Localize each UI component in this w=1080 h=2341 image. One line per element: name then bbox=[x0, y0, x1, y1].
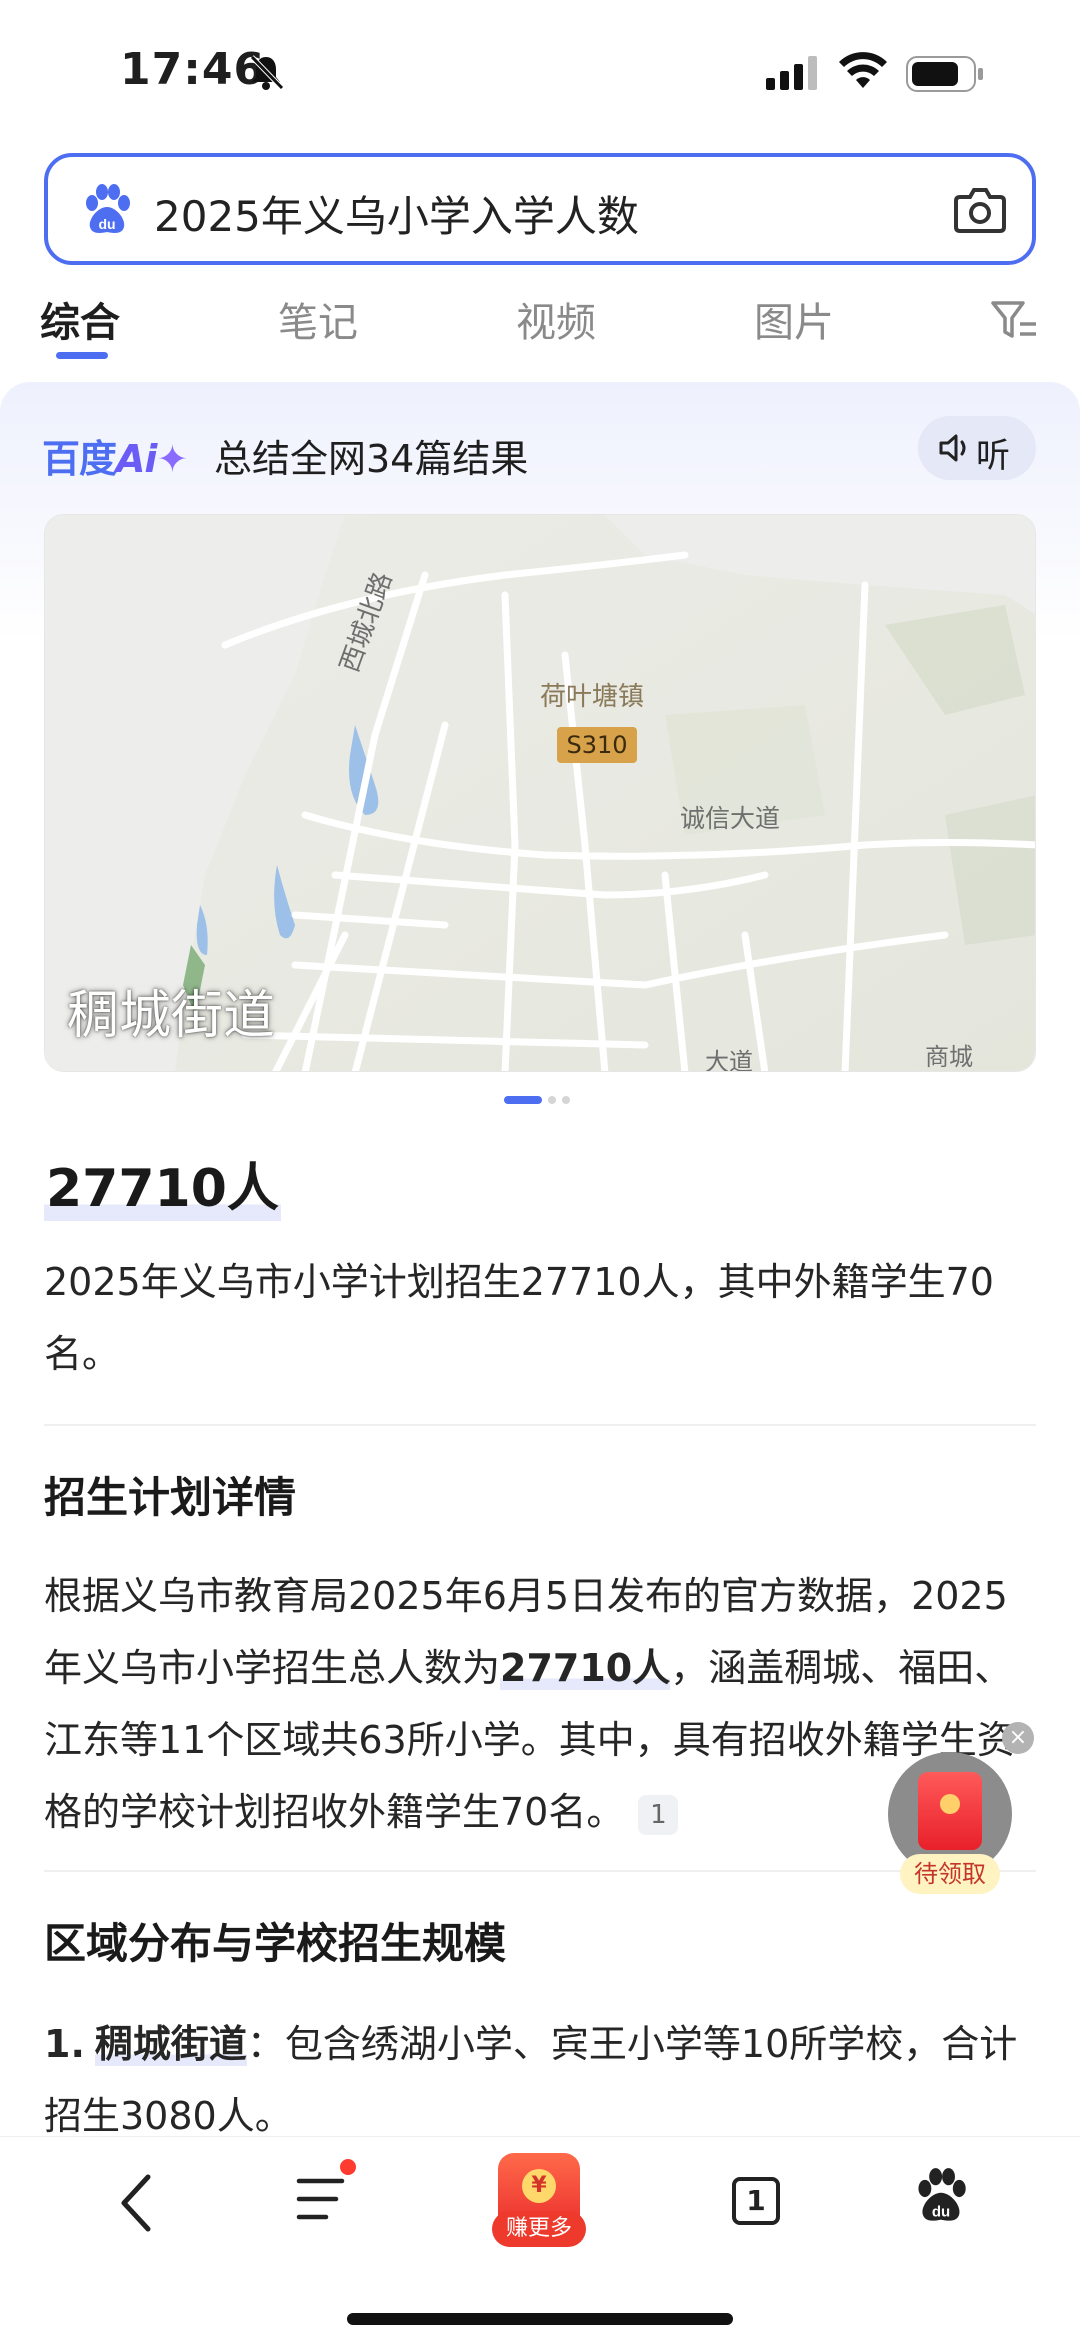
listen-label: 听 bbox=[976, 436, 1010, 476]
tab-notes[interactable]: 笔记 bbox=[278, 290, 358, 348]
home-indicator[interactable] bbox=[347, 2313, 733, 2325]
bell-muted-icon bbox=[250, 55, 284, 90]
baidu-home-icon[interactable]: du bbox=[912, 2167, 970, 2225]
carousel-indicator bbox=[504, 1096, 576, 1115]
svg-text:du: du bbox=[932, 2203, 950, 2220]
red-packet-icon bbox=[918, 1772, 982, 1850]
section-title-regions: 区域分布与学校招生规模 bbox=[44, 1919, 507, 1968]
carousel-dot bbox=[548, 1096, 556, 1104]
svg-text:大道: 大道 bbox=[705, 1048, 753, 1072]
baidu-paw-icon: du bbox=[86, 184, 130, 233]
tabs-count-button[interactable]: 1 bbox=[732, 2177, 780, 2225]
sparkle-icon: ✦ bbox=[156, 437, 188, 481]
coin-icon: ¥ bbox=[522, 2169, 556, 2203]
search-bar[interactable]: du 2025年义乌小学入学人数 bbox=[44, 153, 1036, 265]
svg-text:诚信大道: 诚信大道 bbox=[680, 804, 780, 833]
answer-summary: 2025年义乌市小学计划招生27710人，其中外籍学生70名。 bbox=[44, 1260, 994, 1376]
close-float-button[interactable]: × bbox=[1002, 1722, 1034, 1754]
earn-more-label[interactable]: 赚更多 bbox=[492, 2211, 586, 2247]
plan-total-highlight: 27710人 bbox=[500, 1646, 671, 1690]
region-item-1: 1. 稠城街道：包含绣湖小学、宾王小学等10所学校，合计招生3080人。 bbox=[44, 2008, 1038, 2152]
svg-text:商城: 商城 bbox=[925, 1043, 973, 1071]
red-packet-label: 待领取 bbox=[900, 1854, 1000, 1894]
carousel-dot-active bbox=[504, 1096, 542, 1104]
map-region-label: 稠城街道 bbox=[67, 986, 276, 1046]
section-title-plan: 招生计划详情 bbox=[44, 1473, 297, 1522]
baidu-ai-logo: 百度Ai✦ bbox=[42, 428, 188, 483]
svg-text:du: du bbox=[98, 216, 115, 232]
answer-headline: 27710人 bbox=[44, 1146, 281, 1221]
search-query[interactable]: 2025年义乌小学入学人数 bbox=[154, 183, 639, 244]
back-icon[interactable] bbox=[116, 2173, 156, 2233]
tab-active-indicator bbox=[56, 352, 108, 359]
battery-icon bbox=[906, 56, 983, 92]
menu-icon[interactable] bbox=[296, 2175, 348, 2223]
camera-icon[interactable] bbox=[952, 183, 1008, 237]
svg-text:S310: S310 bbox=[566, 731, 627, 759]
ai-logo-ai: Ai bbox=[116, 437, 157, 481]
ai-summary-count: 总结全网34篇结果 bbox=[214, 437, 529, 481]
citation-badge[interactable]: 1 bbox=[638, 1794, 679, 1835]
tab-images[interactable]: 图片 bbox=[754, 290, 834, 348]
ai-logo-text: 百度 bbox=[42, 437, 117, 481]
plan-details-text: 根据义乌市教育局2025年6月5日发布的官方数据，2025年义乌市小学招生总人数… bbox=[44, 1560, 1024, 1848]
notification-badge bbox=[340, 2159, 356, 2175]
divider bbox=[44, 1424, 1036, 1426]
region-item-name[interactable]: 稠城街道 bbox=[94, 2022, 247, 2066]
region-item-number: 1. bbox=[44, 2022, 85, 2066]
filter-icon[interactable] bbox=[990, 298, 1038, 342]
divider bbox=[44, 1870, 1036, 1872]
map-image[interactable]: 西城北路 荷叶塘镇 诚信大道 商城 大道 S310 稠城街道 bbox=[44, 514, 1036, 1072]
svg-text:荷叶塘镇: 荷叶塘镇 bbox=[540, 682, 644, 712]
speaker-icon bbox=[939, 434, 966, 462]
bottom-nav: ¥ 赚更多 1 du bbox=[0, 2136, 1080, 2341]
tab-videos[interactable]: 视频 bbox=[516, 290, 596, 348]
status-time: 17:46 bbox=[120, 44, 266, 95]
cell-signal-icon bbox=[766, 56, 817, 90]
carousel-dot bbox=[562, 1096, 570, 1104]
status-bar: 17:46 bbox=[0, 0, 1080, 140]
tab-bar: 综合 笔记 视频 图片 bbox=[0, 280, 1080, 370]
listen-button[interactable]: 听 bbox=[918, 416, 1036, 480]
wifi-icon bbox=[839, 52, 887, 88]
tab-comprehensive[interactable]: 综合 bbox=[40, 290, 120, 348]
